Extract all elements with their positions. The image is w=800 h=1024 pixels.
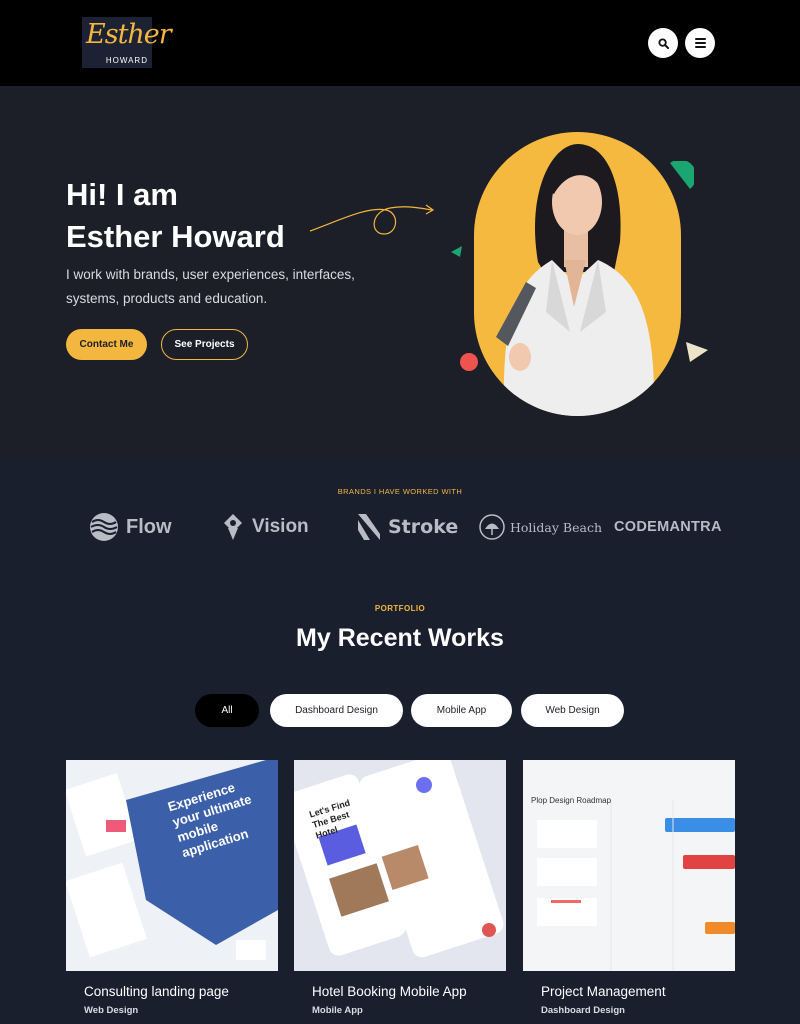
card-thumbnail: Experience your ultimate mobile applicat… xyxy=(66,760,278,971)
brand-stroke: Stroke xyxy=(356,510,458,544)
green-half-circle-shape xyxy=(670,161,694,189)
green-triangle-shape xyxy=(451,246,462,257)
umbrella-icon xyxy=(479,514,505,540)
hero-description: I work with brands, user experiences, in… xyxy=(66,267,355,306)
card-title: Hotel Booking Mobile App xyxy=(312,984,467,999)
filter-dashboard-design[interactable]: Dashboard Design xyxy=(270,694,403,727)
waves-icon xyxy=(90,513,118,541)
dashboard-mockup-graphic xyxy=(537,800,735,971)
card-preview-text: Plop Design Roadmap xyxy=(531,796,612,805)
menu-icon xyxy=(694,38,706,48)
card-title: Consulting landing page xyxy=(84,984,229,999)
portfolio-card[interactable]: Plop Design Roadmap Project Management D… xyxy=(523,760,735,1024)
card-category: Mobile App xyxy=(312,1005,363,1016)
portfolio-kicker: PORTFOLIO xyxy=(374,604,426,613)
hero-title-line1: Hi! I am xyxy=(66,177,178,212)
logo-script: Esther xyxy=(86,19,172,50)
hero-title-line2: Esther Howard xyxy=(66,219,285,254)
menu-button[interactable] xyxy=(685,28,715,58)
card-thumbnail: Plop Design Roadmap xyxy=(523,760,735,971)
brand-holiday-beach: Holiday Beach xyxy=(479,510,602,544)
brand-name: CODEMANTRA xyxy=(614,519,722,535)
brand-flow: Flow xyxy=(88,510,172,544)
filter-web-design[interactable]: Web Design xyxy=(521,694,624,727)
brand-name: Flow xyxy=(126,515,172,538)
search-button[interactable] xyxy=(648,28,678,58)
curly-arrow-icon xyxy=(309,204,435,235)
portfolio-title: My Recent Works xyxy=(296,624,504,652)
mobile-mockup-graphic xyxy=(294,760,504,958)
logo[interactable]: Esther HOWARD xyxy=(82,17,172,68)
portrait-figure xyxy=(496,144,655,416)
card-category: Web Design xyxy=(84,1005,139,1016)
filter-mobile-app[interactable]: Mobile App xyxy=(411,694,512,727)
card-title: Project Management xyxy=(541,984,666,999)
stroke-icon xyxy=(358,514,380,540)
brand-name: Holiday Beach xyxy=(510,519,602,535)
brand-name: Vision xyxy=(252,516,309,537)
see-projects-button[interactable]: See Projects xyxy=(161,329,248,360)
brands-label: BRANDS I HAVE WORKED WITH xyxy=(337,487,463,496)
search-icon xyxy=(657,37,669,49)
brand-vision: Vision xyxy=(222,510,309,544)
red-dot-shape xyxy=(460,353,478,371)
brand-codemantra: CODEMANTRA xyxy=(614,510,722,544)
hero-section: Hi! I am Esther Howard I work with brand… xyxy=(0,86,800,456)
filter-all[interactable]: All xyxy=(195,694,259,727)
hero-title: Hi! I am Esther Howard xyxy=(66,174,285,258)
profile-photo xyxy=(474,132,681,416)
brand-name: Stroke xyxy=(388,516,459,538)
vision-icon xyxy=(224,514,242,540)
contact-me-button[interactable]: Contact Me xyxy=(66,329,147,360)
portfolio-card[interactable]: Experience your ultimate mobile applicat… xyxy=(66,760,278,1024)
beige-triangle-shape xyxy=(686,342,708,362)
portfolio-card[interactable]: Let's Find The Best Hotel Hotel Booking … xyxy=(294,760,506,1024)
card-thumbnail: Let's Find The Best Hotel xyxy=(294,760,506,971)
site-header: Esther HOWARD xyxy=(0,0,800,86)
card-category: Dashboard Design xyxy=(541,1005,625,1016)
logo-sub: HOWARD xyxy=(105,56,148,65)
